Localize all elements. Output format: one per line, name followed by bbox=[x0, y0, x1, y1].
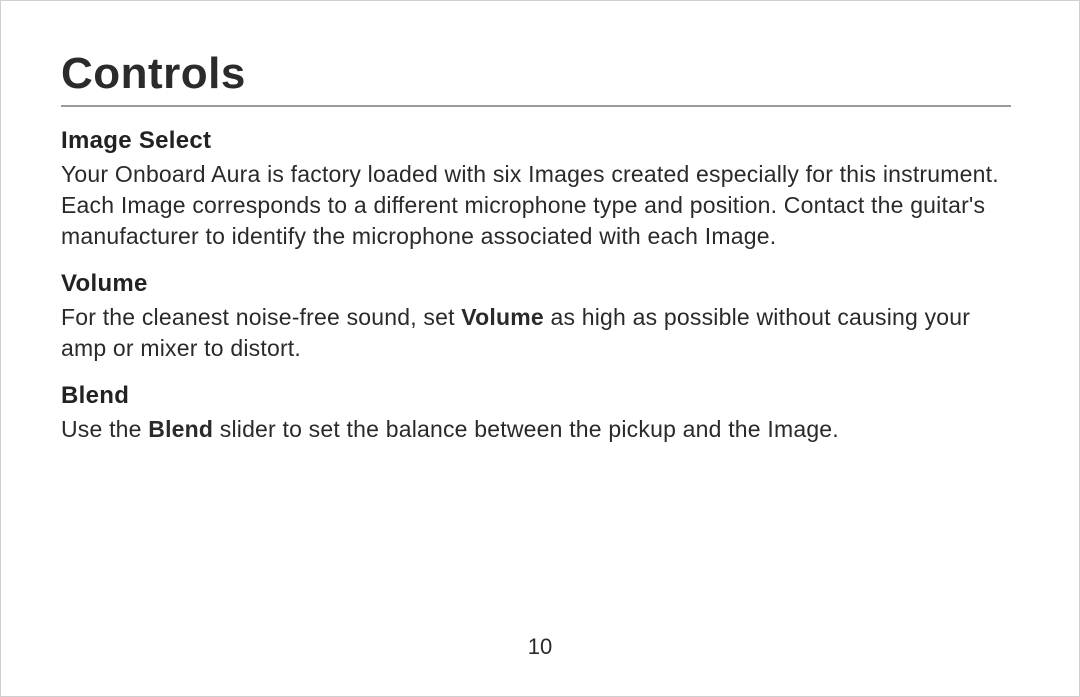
section-body-volume: For the cleanest noise-free sound, set V… bbox=[61, 302, 1011, 364]
section-body-image-select: Your Onboard Aura is factory loaded with… bbox=[61, 159, 1011, 252]
section-body-blend: Use the Blend slider to set the balance … bbox=[61, 414, 1011, 445]
manual-page: Controls Image Select Your Onboard Aura … bbox=[0, 0, 1080, 697]
section-heading-blend: Blend bbox=[61, 382, 1011, 410]
bold-term-volume: Volume bbox=[461, 304, 544, 330]
page-title: Controls bbox=[61, 49, 1011, 99]
page-number: 10 bbox=[1, 634, 1079, 660]
text-run: slider to set the balance between the pi… bbox=[213, 416, 839, 442]
section-heading-volume: Volume bbox=[61, 270, 1011, 298]
bold-term-blend: Blend bbox=[148, 416, 213, 442]
text-run: Use the bbox=[61, 416, 148, 442]
title-rule bbox=[61, 105, 1011, 107]
section-heading-image-select: Image Select bbox=[61, 127, 1011, 155]
text-run: For the cleanest noise-free sound, set bbox=[61, 304, 461, 330]
